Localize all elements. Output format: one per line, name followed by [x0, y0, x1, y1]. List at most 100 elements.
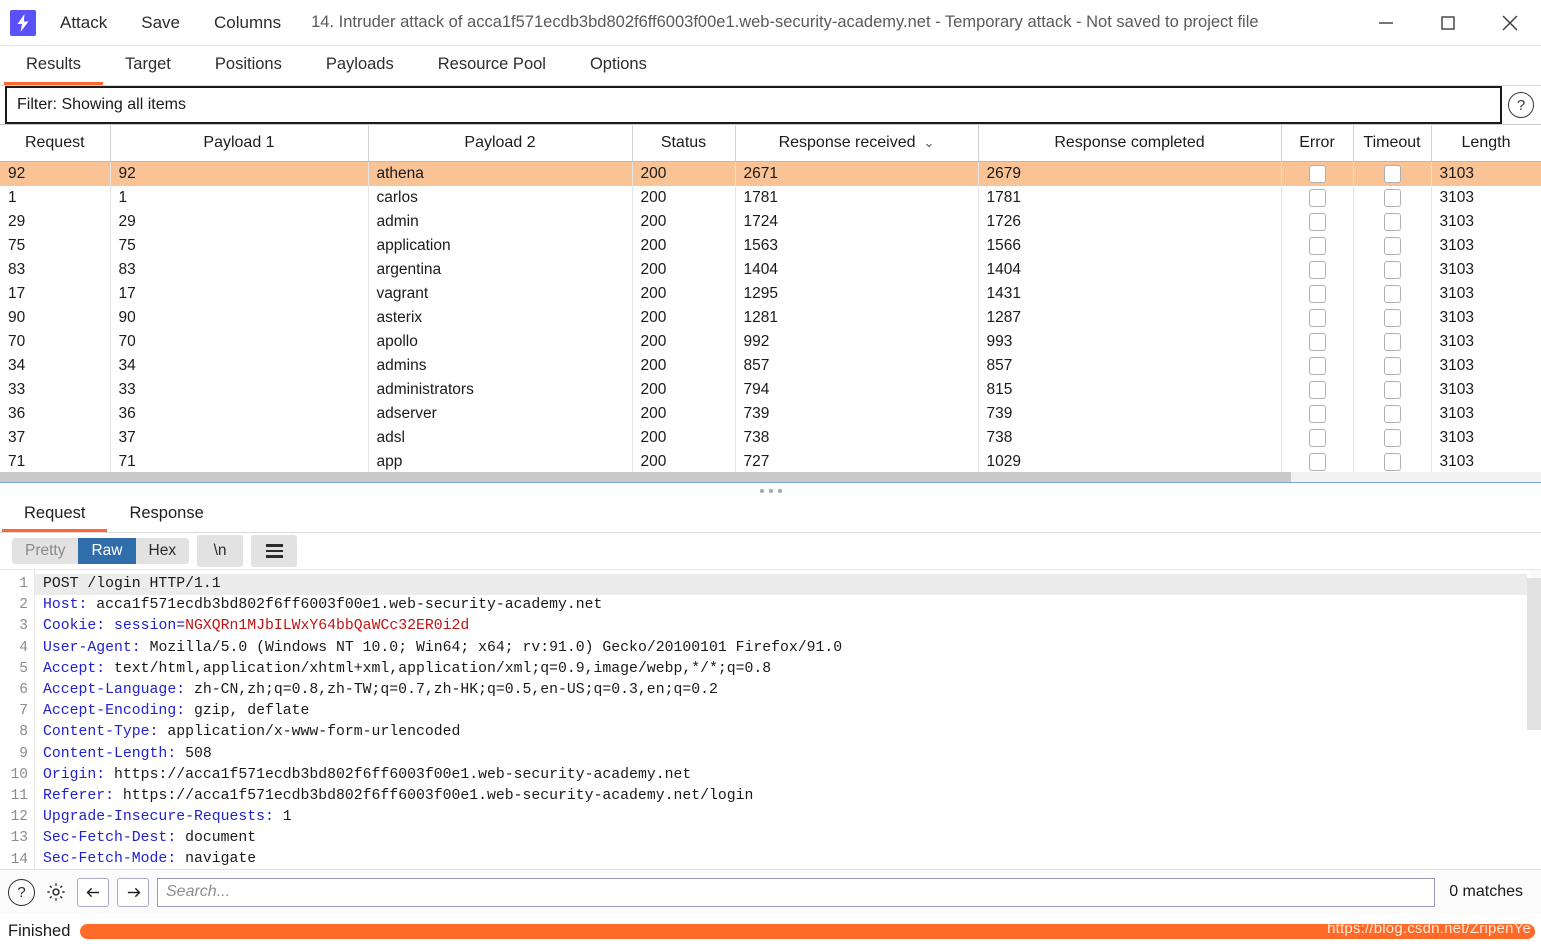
- request-raw-text[interactable]: POST /login HTTP/1.1 Host: acca1f571ecdb3…: [35, 570, 1541, 869]
- cell-error-checkbox[interactable]: [1281, 330, 1354, 354]
- col-header-status[interactable]: Status: [632, 125, 736, 162]
- table-row[interactable]: 36 36 adserver 200 739 739 3103: [0, 402, 1541, 426]
- tab-target[interactable]: Target: [103, 49, 193, 85]
- cell-error-checkbox[interactable]: [1281, 210, 1354, 234]
- checkbox-icon[interactable]: [1383, 356, 1401, 375]
- gear-icon[interactable]: [43, 879, 69, 905]
- search-input[interactable]: Search...: [157, 877, 1436, 907]
- cell-error-checkbox[interactable]: [1281, 426, 1354, 450]
- checkbox-icon[interactable]: [1383, 236, 1401, 255]
- cell-timeout-checkbox[interactable]: [1353, 258, 1432, 282]
- cell-error-checkbox[interactable]: [1281, 161, 1354, 186]
- cell-timeout-checkbox[interactable]: [1353, 210, 1432, 234]
- cell-error-checkbox[interactable]: [1281, 378, 1354, 402]
- panel-splitter[interactable]: [0, 482, 1541, 499]
- menu-save[interactable]: Save: [131, 9, 190, 37]
- table-row[interactable]: 92 92 athena 200 2671 2679 3103: [0, 161, 1541, 186]
- table-row[interactable]: 83 83 argentina 200 1404 1404 3103: [0, 258, 1541, 282]
- tab-request[interactable]: Request: [2, 500, 108, 532]
- tab-payloads[interactable]: Payloads: [304, 49, 416, 85]
- cell-error-checkbox[interactable]: [1281, 234, 1354, 258]
- cell-timeout-checkbox[interactable]: [1353, 306, 1432, 330]
- tab-response[interactable]: Response: [107, 500, 225, 532]
- request-vertical-scrollbar[interactable]: [1527, 570, 1541, 869]
- cell-error-checkbox[interactable]: [1281, 354, 1354, 378]
- minimize-icon[interactable]: [1355, 0, 1417, 45]
- checkbox-icon[interactable]: [1308, 308, 1326, 327]
- table-row[interactable]: 29 29 admin 200 1724 1726 3103: [0, 210, 1541, 234]
- col-header-response-completed[interactable]: Response completed: [978, 125, 1282, 162]
- view-hex-button[interactable]: Hex: [135, 538, 190, 564]
- checkbox-icon[interactable]: [1308, 212, 1326, 231]
- table-row[interactable]: 1 1 carlos 200 1781 1781 3103: [0, 186, 1541, 210]
- checkbox-icon[interactable]: [1308, 188, 1326, 207]
- col-header-timeout[interactable]: Timeout: [1353, 125, 1432, 162]
- hamburger-menu-icon[interactable]: [251, 535, 298, 567]
- col-header-response-received[interactable]: Response received ⌄: [735, 125, 979, 162]
- question-mark-icon[interactable]: ?: [8, 878, 35, 906]
- table-row[interactable]: 90 90 asterix 200 1281 1287 3103: [0, 306, 1541, 330]
- checkbox-icon[interactable]: [1308, 404, 1326, 423]
- checkbox-icon[interactable]: [1383, 380, 1401, 399]
- table-row[interactable]: 17 17 vagrant 200 1295 1431 3103: [0, 282, 1541, 306]
- checkbox-icon[interactable]: [1383, 332, 1401, 351]
- cell-error-checkbox[interactable]: [1281, 450, 1354, 474]
- search-previous-button[interactable]: [77, 877, 109, 907]
- close-icon[interactable]: [1479, 0, 1541, 45]
- results-horizontal-scrollbar[interactable]: [0, 472, 1541, 482]
- cell-timeout-checkbox[interactable]: [1353, 186, 1432, 210]
- table-row[interactable]: 71 71 app 200 727 1029 3103: [0, 450, 1541, 474]
- tab-positions[interactable]: Positions: [193, 49, 304, 85]
- checkbox-icon[interactable]: [1308, 428, 1326, 447]
- cell-error-checkbox[interactable]: [1281, 258, 1354, 282]
- cell-error-checkbox[interactable]: [1281, 282, 1354, 306]
- cell-timeout-checkbox[interactable]: [1353, 330, 1432, 354]
- cell-timeout-checkbox[interactable]: [1353, 161, 1432, 186]
- checkbox-icon[interactable]: [1308, 284, 1326, 303]
- cell-timeout-checkbox[interactable]: [1353, 378, 1432, 402]
- cell-timeout-checkbox[interactable]: [1353, 282, 1432, 306]
- newline-toggle-button[interactable]: \n: [197, 535, 244, 567]
- checkbox-icon[interactable]: [1308, 260, 1326, 279]
- cell-timeout-checkbox[interactable]: [1353, 426, 1432, 450]
- col-header-payload-1[interactable]: Payload 1: [110, 125, 369, 162]
- table-row[interactable]: 37 37 adsl 200 738 738 3103: [0, 426, 1541, 450]
- col-header-error[interactable]: Error: [1281, 125, 1354, 162]
- checkbox-icon[interactable]: [1308, 164, 1326, 183]
- col-header-request[interactable]: Request: [0, 125, 111, 162]
- question-mark-icon[interactable]: ?: [1508, 92, 1534, 118]
- checkbox-icon[interactable]: [1383, 260, 1401, 279]
- request-message-editor[interactable]: 1 2 3 4 5 6 7 8 9 10 11 12 13 14 POST /login HTTP/1.1…: [0, 569, 1541, 869]
- cell-timeout-checkbox[interactable]: [1353, 234, 1432, 258]
- cell-error-checkbox[interactable]: [1281, 306, 1354, 330]
- tab-results[interactable]: Results: [4, 49, 104, 85]
- view-pretty-button[interactable]: Pretty: [12, 538, 79, 564]
- checkbox-icon[interactable]: [1308, 356, 1326, 375]
- checkbox-icon[interactable]: [1383, 452, 1401, 471]
- checkbox-icon[interactable]: [1383, 188, 1401, 207]
- menu-columns[interactable]: Columns: [204, 9, 291, 37]
- cell-error-checkbox[interactable]: [1281, 402, 1354, 426]
- checkbox-icon[interactable]: [1383, 428, 1401, 447]
- cell-timeout-checkbox[interactable]: [1353, 354, 1432, 378]
- view-raw-button[interactable]: Raw: [78, 538, 136, 564]
- menu-attack[interactable]: Attack: [50, 9, 117, 37]
- col-header-length[interactable]: Length: [1431, 125, 1541, 162]
- checkbox-icon[interactable]: [1383, 284, 1401, 303]
- table-row[interactable]: 75 75 application 200 1563 1566 3103: [0, 234, 1541, 258]
- checkbox-icon[interactable]: [1383, 404, 1401, 423]
- checkbox-icon[interactable]: [1383, 308, 1401, 327]
- cell-timeout-checkbox[interactable]: [1353, 402, 1432, 426]
- col-header-payload-2[interactable]: Payload 2: [368, 125, 633, 162]
- checkbox-icon[interactable]: [1308, 380, 1326, 399]
- checkbox-icon[interactable]: [1383, 164, 1401, 183]
- tab-resource-pool[interactable]: Resource Pool: [416, 49, 568, 85]
- table-row[interactable]: 70 70 apollo 200 992 993 3103: [0, 330, 1541, 354]
- filter-bar[interactable]: Filter: Showing all items: [5, 86, 1502, 124]
- cell-error-checkbox[interactable]: [1281, 186, 1354, 210]
- tab-options[interactable]: Options: [568, 49, 669, 85]
- request-vertical-scrollbar-thumb[interactable]: [1527, 578, 1541, 730]
- results-horizontal-scrollbar-thumb[interactable]: [0, 472, 1291, 482]
- cell-timeout-checkbox[interactable]: [1353, 450, 1432, 474]
- search-next-button[interactable]: [117, 877, 149, 907]
